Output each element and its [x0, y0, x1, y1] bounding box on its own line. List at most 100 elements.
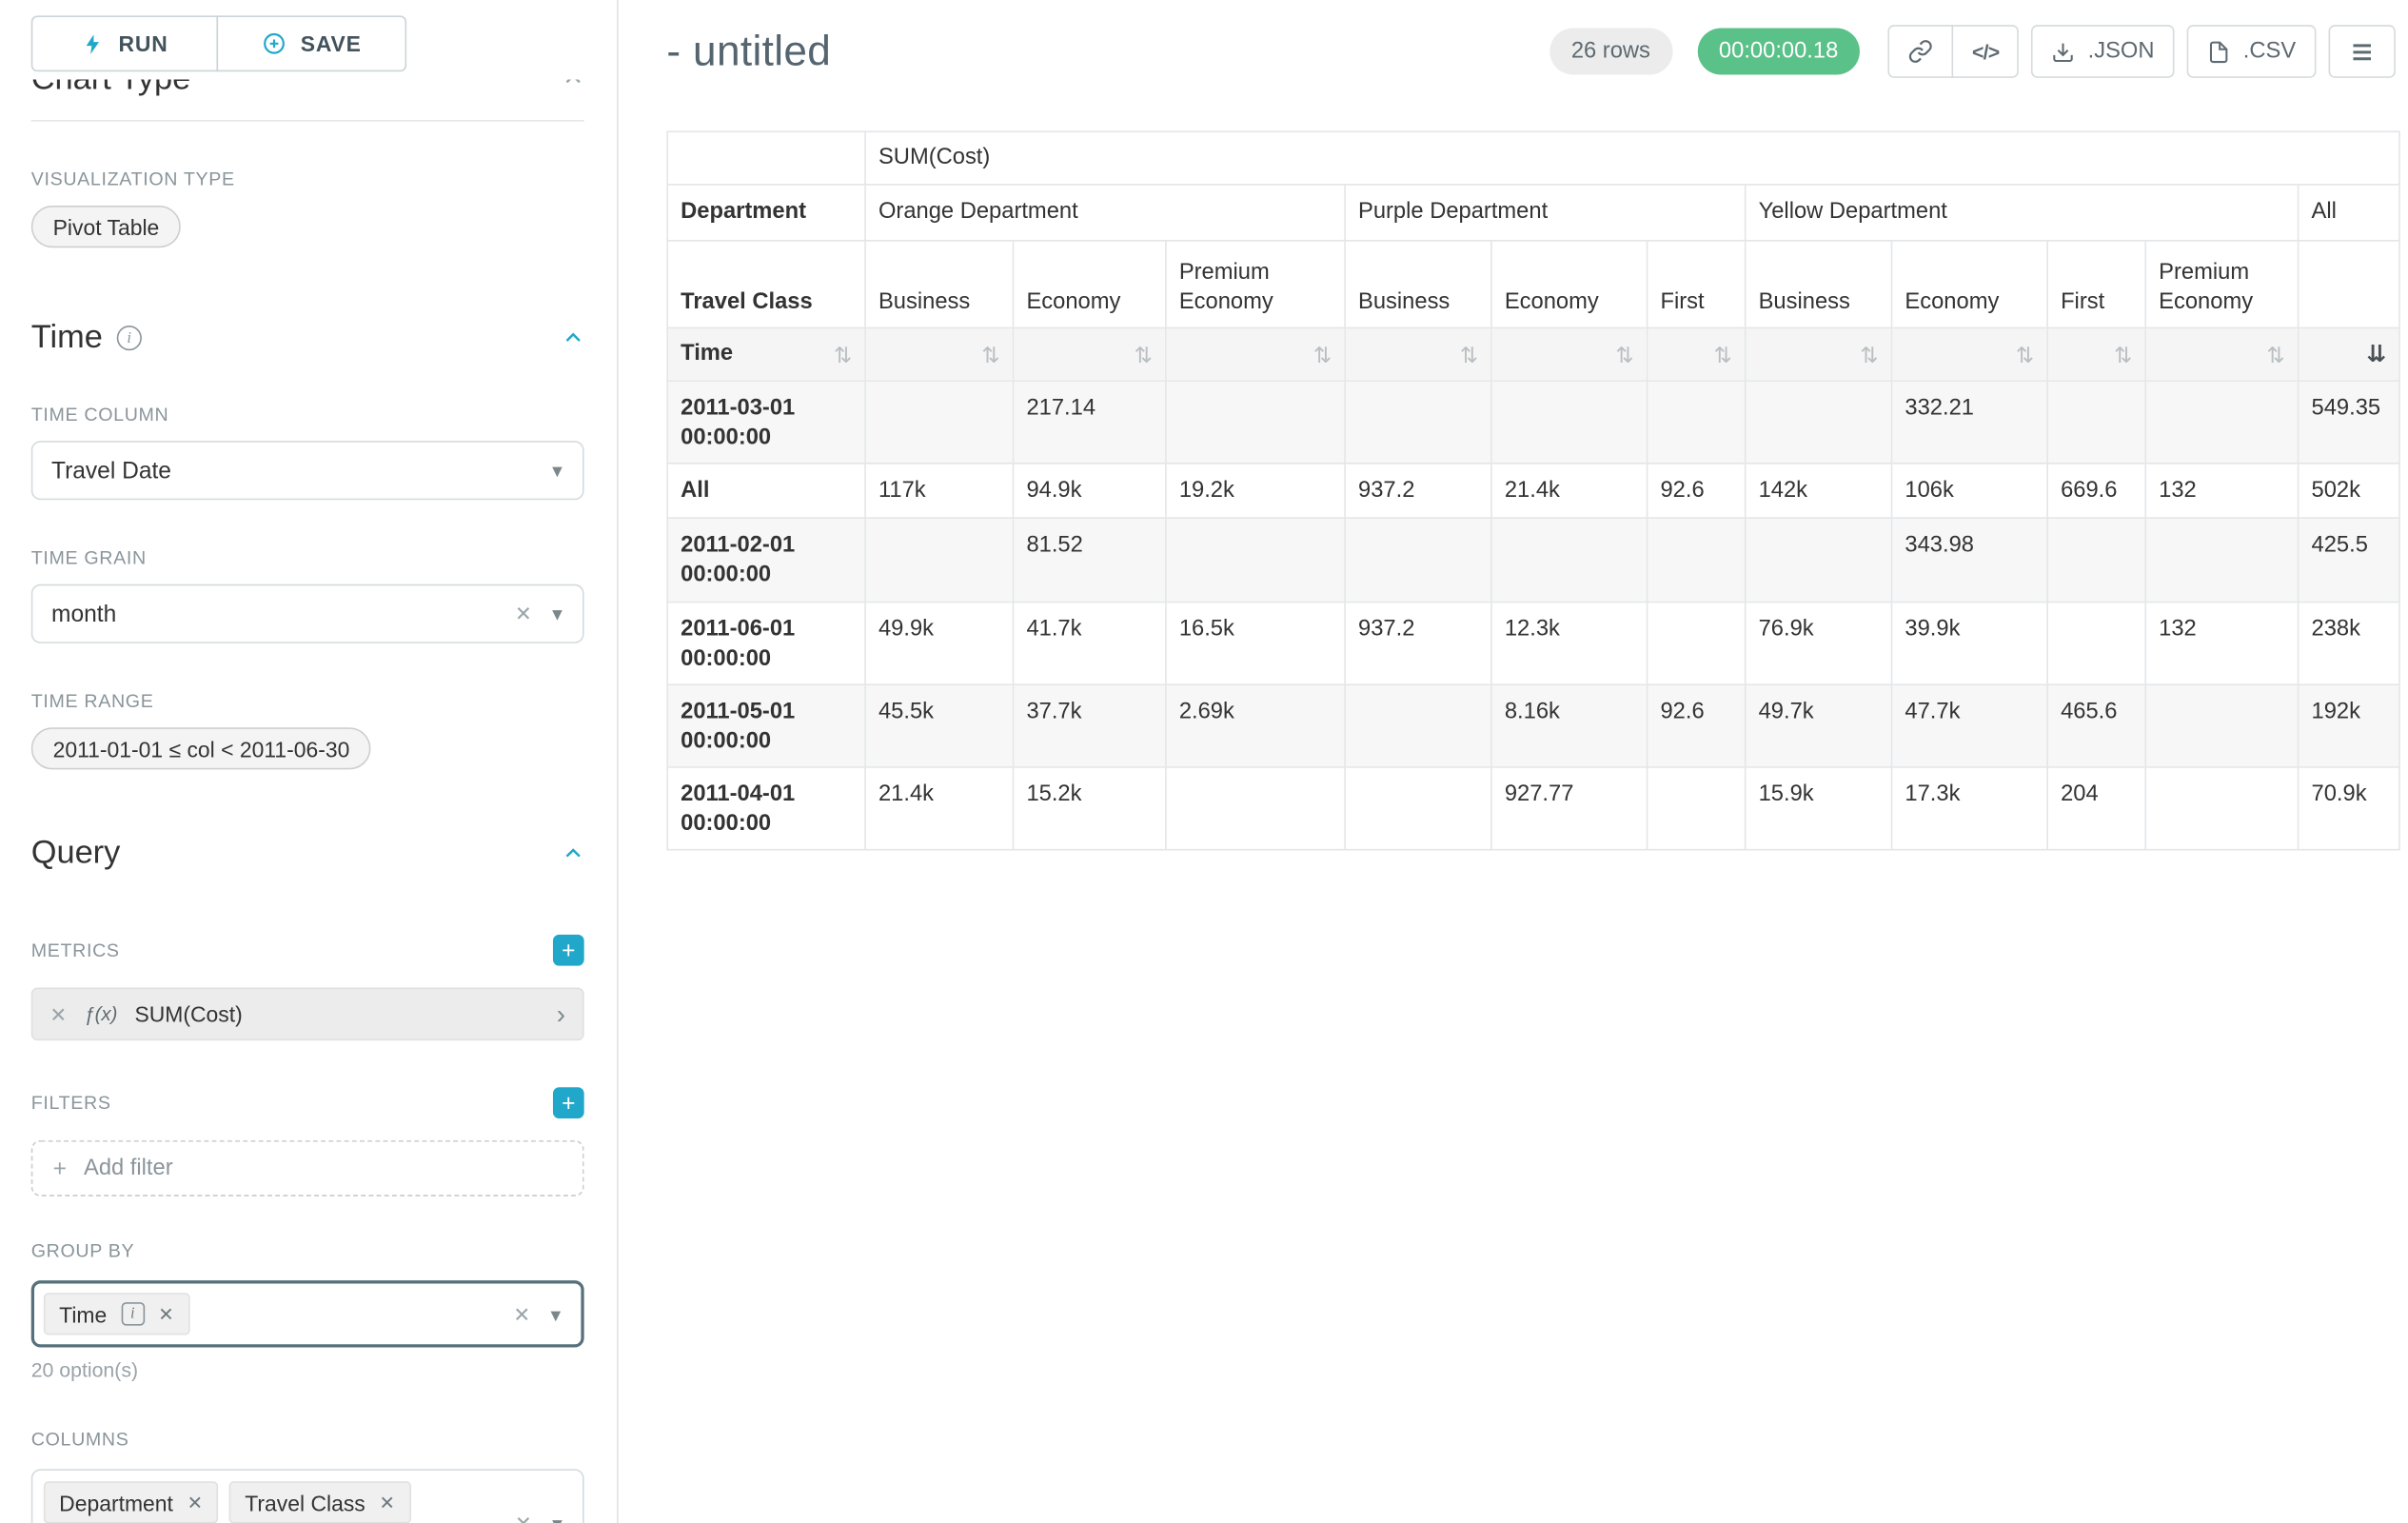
time-range-pill[interactable]: 2011-01-01 ≤ col < 2011-06-30 — [31, 727, 372, 769]
sort-icon[interactable]: ⇅ — [1860, 340, 1878, 368]
columns-tag-label: Travel Class — [245, 1490, 365, 1514]
pivot-cell — [1746, 519, 1892, 602]
pivot-sort-column-header[interactable]: ⇅ — [1014, 327, 1166, 381]
plus-icon: + — [53, 1157, 67, 1180]
group-by-label: GROUP BY — [31, 1240, 584, 1262]
sort-icon[interactable]: ⇅ — [1615, 340, 1633, 368]
menu-button[interactable] — [2329, 25, 2396, 78]
sort-icon[interactable]: ⇅ — [981, 340, 999, 368]
pivot-cell: 132 — [2145, 602, 2298, 684]
export-csv-button[interactable]: .CSV — [2187, 25, 2317, 78]
group-by-select[interactable]: Time i ✕ ✕ ▾ — [31, 1280, 584, 1347]
remove-metric-icon[interactable]: ✕ — [49, 1004, 67, 1024]
pivot-sort-column-header[interactable]: ⇅ — [865, 327, 1013, 381]
pivot-cell: 343.98 — [1892, 519, 2048, 602]
pivot-cell: 39.9k — [1892, 602, 2048, 684]
pivot-sort-column-header[interactable]: ⇅ — [1491, 327, 1648, 381]
info-icon[interactable]: i — [117, 326, 142, 350]
pivot-sort-column-header[interactable]: ⇅ — [1746, 327, 1892, 381]
time-column-select[interactable]: Travel Date ▾ — [31, 441, 584, 500]
sort-icon[interactable]: ⇅ — [1313, 340, 1332, 368]
time-column-label: TIME COLUMN — [31, 404, 584, 425]
run-button[interactable]: RUN — [31, 15, 218, 71]
pivot-cell: 549.35 — [2299, 381, 2399, 464]
chevron-up-icon[interactable] — [563, 842, 584, 864]
columns-tag[interactable]: Department ✕ — [44, 1481, 219, 1523]
query-timer-badge: 00:00:00.18 — [1697, 28, 1860, 74]
visualization-type-pill[interactable]: Pivot Table — [31, 206, 181, 247]
pivot-cell — [2145, 381, 2298, 464]
menu-icon — [2349, 38, 2376, 65]
run-save-button-group: RUN SAVE — [31, 15, 584, 71]
pivot-sort-column-header[interactable]: ⇅ — [2145, 327, 2298, 381]
columns-tag[interactable]: Travel Class ✕ — [229, 1481, 410, 1523]
metric-item[interactable]: ✕ ƒ(x) SUM(Cost) › — [31, 988, 584, 1041]
pivot-cell: 70.9k — [2299, 767, 2399, 850]
export-json-button[interactable]: .JSON — [2032, 25, 2175, 78]
pivot-sort-time-header[interactable]: Time⇅ — [667, 327, 865, 381]
sort-icon[interactable]: ⇅ — [834, 340, 852, 368]
time-grain-select[interactable]: month ✕ ▾ — [31, 584, 584, 643]
caret-down-icon[interactable]: ▾ — [552, 1513, 563, 1523]
pivot-cell — [1746, 381, 1892, 464]
pivot-sort-column-header[interactable]: ⇅ — [1892, 327, 2048, 381]
pivot-cell — [865, 519, 1013, 602]
chart-title[interactable]: - untitled — [666, 28, 831, 76]
add-filter-plus-button[interactable]: + — [553, 1087, 584, 1118]
pivot-group-header: Purple Department — [1345, 185, 1746, 241]
sort-icon[interactable]: ⇅ — [1714, 340, 1732, 368]
chart-type-section-header[interactable]: Chart Type — [31, 79, 584, 98]
pivot-cell — [1345, 684, 1491, 767]
pivot-column-header: Premium Economy — [1166, 241, 1345, 328]
sort-icon[interactable]: ⇅ — [2267, 340, 2285, 368]
pivot-cell: 502k — [2299, 464, 2399, 518]
chevron-up-icon[interactable] — [563, 327, 584, 349]
sort-icon[interactable]: ⇅ — [1135, 340, 1153, 368]
pivot-cell: 76.9k — [1746, 602, 1892, 684]
pivot-sort-column-header[interactable]: ⇊ — [2299, 327, 2399, 381]
chevron-up-icon[interactable] — [563, 79, 584, 89]
columns-select[interactable]: Department ✕ Travel Class ✕ ✕ ▾ — [31, 1469, 584, 1523]
clear-icon[interactable]: ✕ — [513, 1304, 530, 1324]
view-query-button[interactable]: </> — [1952, 25, 2020, 78]
chart-type-section-clipped: Chart Type — [31, 79, 584, 106]
pivot-table-wrap: SUM(Cost)DepartmentOrange DepartmentPurp… — [620, 78, 2408, 851]
remove-tag-icon[interactable]: ✕ — [379, 1493, 394, 1513]
clear-icon[interactable]: ✕ — [515, 1513, 532, 1523]
remove-tag-icon[interactable]: ✕ — [188, 1493, 203, 1513]
pivot-sort-column-header[interactable]: ⇅ — [1648, 327, 1746, 381]
pivot-sort-column-header[interactable]: ⇅ — [2047, 327, 2145, 381]
pivot-sort-column-header[interactable]: ⇅ — [1166, 327, 1345, 381]
add-filter-label: Add filter — [84, 1156, 173, 1180]
filters-header-row: FILTERS + — [31, 1087, 584, 1118]
group-by-tag[interactable]: Time i ✕ — [44, 1293, 189, 1335]
caret-down-icon[interactable]: ▾ — [550, 1304, 561, 1324]
pivot-cell — [1345, 381, 1491, 464]
time-grain-label: TIME GRAIN — [31, 546, 584, 568]
pivot-cell: 15.9k — [1746, 767, 1892, 850]
add-metric-button[interactable]: + — [553, 935, 584, 966]
save-button[interactable]: SAVE — [216, 15, 406, 71]
save-button-label: SAVE — [301, 31, 362, 56]
sort-desc-icon[interactable]: ⇊ — [2367, 339, 2387, 369]
pivot-cell: 192k — [2299, 684, 2399, 767]
remove-tag-icon[interactable]: ✕ — [158, 1305, 173, 1324]
pivot-cell: 21.4k — [865, 767, 1013, 850]
pivot-sort-column-header[interactable]: ⇅ — [1345, 327, 1491, 381]
copy-link-button[interactable] — [1888, 25, 1954, 78]
columns-label: COLUMNS — [31, 1429, 584, 1451]
add-filter-button[interactable]: + Add filter — [31, 1140, 584, 1197]
sort-icon[interactable]: ⇅ — [2016, 340, 2034, 368]
info-icon[interactable]: i — [121, 1302, 145, 1326]
sort-icon[interactable]: ⇅ — [2114, 340, 2132, 368]
sort-icon[interactable]: ⇅ — [1460, 340, 1478, 368]
pivot-cell: 669.6 — [2047, 464, 2145, 518]
caret-down-icon[interactable]: ▾ — [552, 603, 563, 623]
pivot-cell: 49.7k — [1746, 684, 1892, 767]
pivot-cell — [2047, 381, 2145, 464]
pivot-column-header: Business — [865, 241, 1013, 328]
caret-down-icon[interactable]: ▾ — [552, 461, 563, 481]
pivot-row-label: 2011-05-01 00:00:00 — [667, 684, 865, 767]
export-json-label: .JSON — [2088, 39, 2155, 64]
clear-icon[interactable]: ✕ — [515, 603, 532, 623]
